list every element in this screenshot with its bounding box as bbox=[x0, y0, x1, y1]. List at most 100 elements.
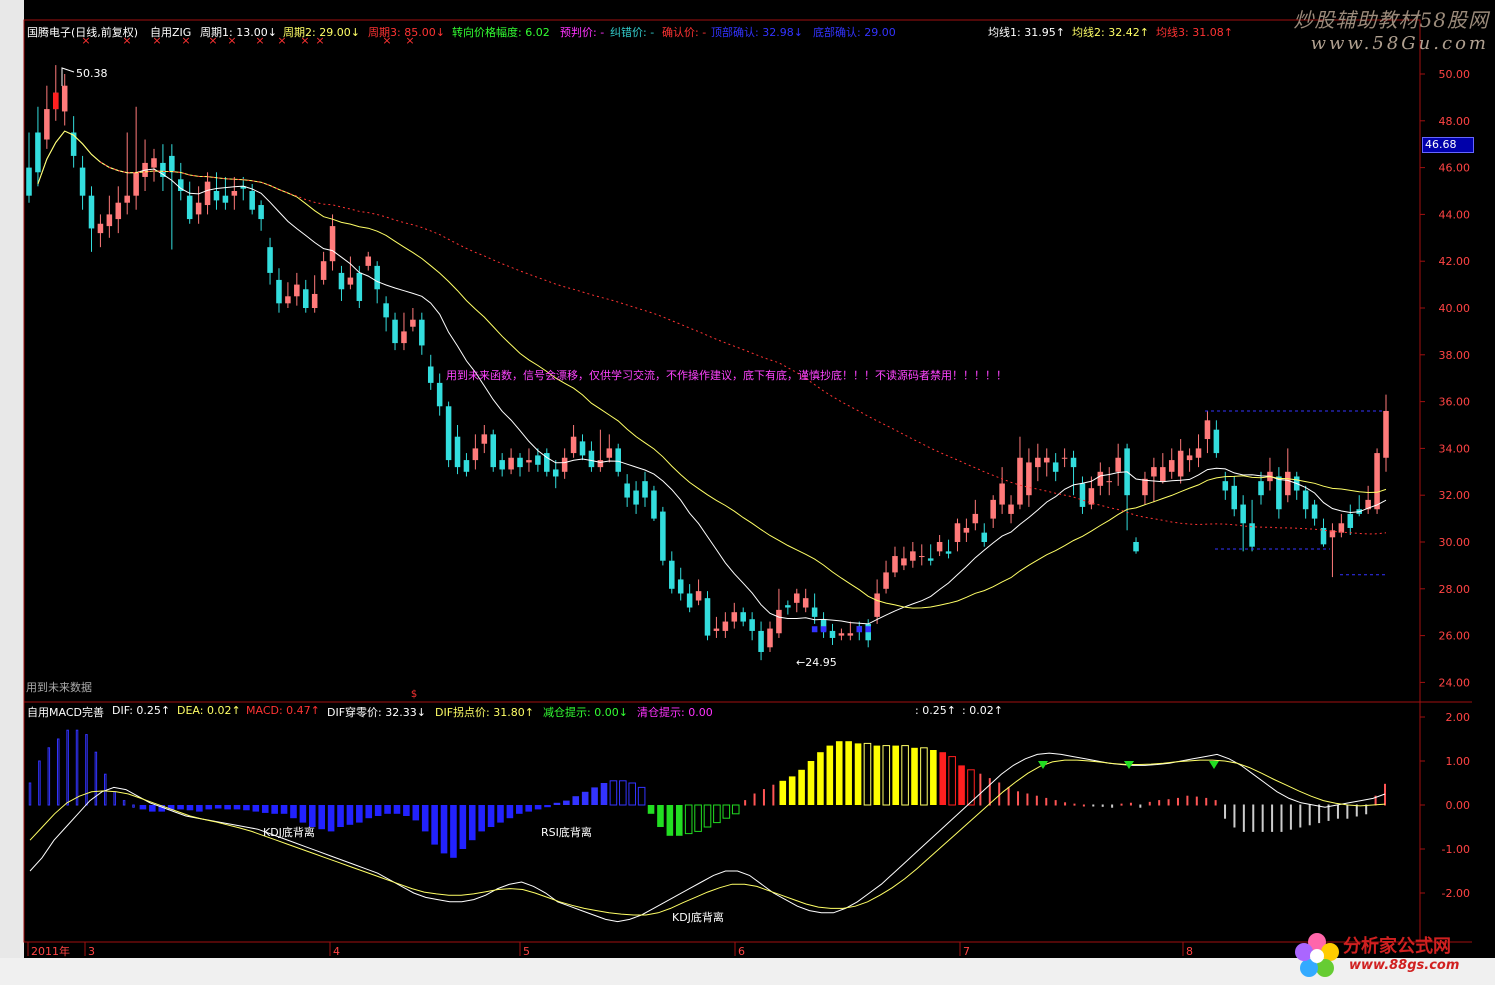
macd-bar bbox=[1007, 786, 1010, 806]
candle bbox=[401, 312, 407, 351]
header-value-2: 周期3: 85.00↓ bbox=[368, 26, 445, 39]
candle-body bbox=[1311, 504, 1318, 519]
candle-body bbox=[1240, 504, 1246, 524]
header-value-4: 预判价: - bbox=[560, 26, 605, 39]
candle bbox=[311, 275, 318, 313]
candle-body bbox=[1052, 462, 1059, 472]
candle-body bbox=[231, 191, 238, 196]
macd-bar bbox=[149, 805, 156, 812]
candle-body bbox=[615, 448, 621, 472]
chart-canvas[interactable]: 50.0048.0046.0044.0042.0040.0038.0036.00… bbox=[0, 0, 1495, 985]
candle bbox=[204, 172, 211, 215]
candle bbox=[633, 481, 639, 514]
candle-body bbox=[883, 572, 889, 589]
candle-body bbox=[785, 605, 791, 608]
candle-body bbox=[579, 441, 586, 456]
candle-body bbox=[213, 191, 220, 201]
candle bbox=[918, 544, 925, 566]
macd-bar bbox=[327, 805, 335, 832]
macd-bar bbox=[600, 783, 608, 805]
watermark-58gu-url: www.58Gu.com bbox=[1310, 33, 1489, 54]
macd-bar bbox=[854, 743, 862, 805]
candle bbox=[713, 616, 720, 638]
candle-body bbox=[1115, 457, 1121, 472]
candle-body bbox=[794, 593, 800, 603]
candle bbox=[776, 588, 782, 638]
candle-body bbox=[1168, 460, 1175, 472]
candle bbox=[338, 265, 345, 301]
candle bbox=[1186, 448, 1193, 472]
candle bbox=[142, 139, 148, 191]
macd-bar bbox=[122, 800, 126, 806]
macd-bar bbox=[365, 805, 373, 819]
chart-frame bbox=[23, 19, 1421, 943]
candle-body bbox=[1070, 457, 1077, 468]
macd-value-6: 清仓提示: 0.00 bbox=[637, 706, 713, 719]
header-value-9: 均线1: 31.95↑ bbox=[988, 26, 1065, 39]
candle-body bbox=[695, 591, 702, 601]
candle bbox=[660, 506, 666, 566]
candle-body bbox=[1017, 457, 1023, 505]
macd-bar bbox=[1045, 797, 1048, 806]
candle-body bbox=[1133, 542, 1139, 552]
candle-body bbox=[749, 619, 755, 631]
candle bbox=[1240, 495, 1246, 552]
macd-bar bbox=[1242, 804, 1245, 832]
macd-bar bbox=[1195, 796, 1198, 806]
candle-body bbox=[401, 331, 407, 344]
candle bbox=[972, 499, 979, 531]
candle-body bbox=[561, 457, 568, 472]
candle-body bbox=[1008, 504, 1014, 514]
price-tick-label: 50.00 bbox=[1439, 68, 1471, 81]
macd-bar bbox=[647, 805, 655, 814]
macd-bar bbox=[75, 729, 79, 806]
macd-bar bbox=[684, 804, 693, 835]
macd-bar bbox=[506, 805, 514, 819]
candle-body bbox=[588, 450, 595, 468]
candle-body bbox=[454, 436, 461, 468]
candle bbox=[436, 373, 443, 416]
candle-body bbox=[1097, 471, 1104, 486]
candle bbox=[910, 542, 916, 568]
macd-tick-label: 2.00 bbox=[1446, 711, 1471, 724]
macd-bar bbox=[1148, 801, 1151, 806]
candle bbox=[1160, 453, 1166, 484]
macd-bar bbox=[374, 805, 382, 816]
candle-body bbox=[811, 607, 818, 617]
footer-strip bbox=[0, 958, 1495, 985]
header-value-11: 均线3: 31.08↑ bbox=[1156, 26, 1233, 39]
macd-bar bbox=[28, 782, 32, 806]
candle-body bbox=[151, 158, 157, 168]
candle-body bbox=[222, 195, 229, 203]
macd-tick-label: -1.00 bbox=[1442, 843, 1470, 856]
macd-bar bbox=[1017, 791, 1020, 806]
candle-body bbox=[436, 382, 443, 407]
candle-body bbox=[1231, 485, 1237, 510]
macd-bar bbox=[863, 742, 872, 806]
candle bbox=[669, 551, 675, 594]
candle bbox=[365, 251, 372, 271]
candle bbox=[1115, 443, 1121, 486]
candle bbox=[892, 546, 898, 578]
candle bbox=[1311, 499, 1318, 526]
candle bbox=[901, 546, 907, 571]
candle-body bbox=[311, 293, 318, 308]
macd-bar bbox=[998, 782, 1001, 806]
watermark-88gs-text: 分析家公式网 bbox=[1343, 936, 1451, 957]
candle-body bbox=[1142, 478, 1148, 496]
macd-bar bbox=[384, 805, 391, 814]
candle bbox=[767, 621, 773, 652]
candle bbox=[1008, 495, 1014, 524]
current-price-tag: 46.68 bbox=[1422, 137, 1474, 153]
candle bbox=[544, 448, 550, 477]
macd-bar bbox=[1111, 804, 1114, 808]
candle-body bbox=[901, 558, 907, 566]
macd-bar bbox=[1073, 803, 1076, 806]
price-tick-label: 40.00 bbox=[1439, 302, 1471, 315]
candle-body bbox=[927, 558, 934, 561]
candle bbox=[178, 162, 184, 201]
watermark-88gs-url: www.88gs.com bbox=[1349, 958, 1460, 973]
macd-bar bbox=[979, 773, 982, 806]
candle bbox=[588, 441, 595, 472]
candle bbox=[677, 567, 684, 601]
